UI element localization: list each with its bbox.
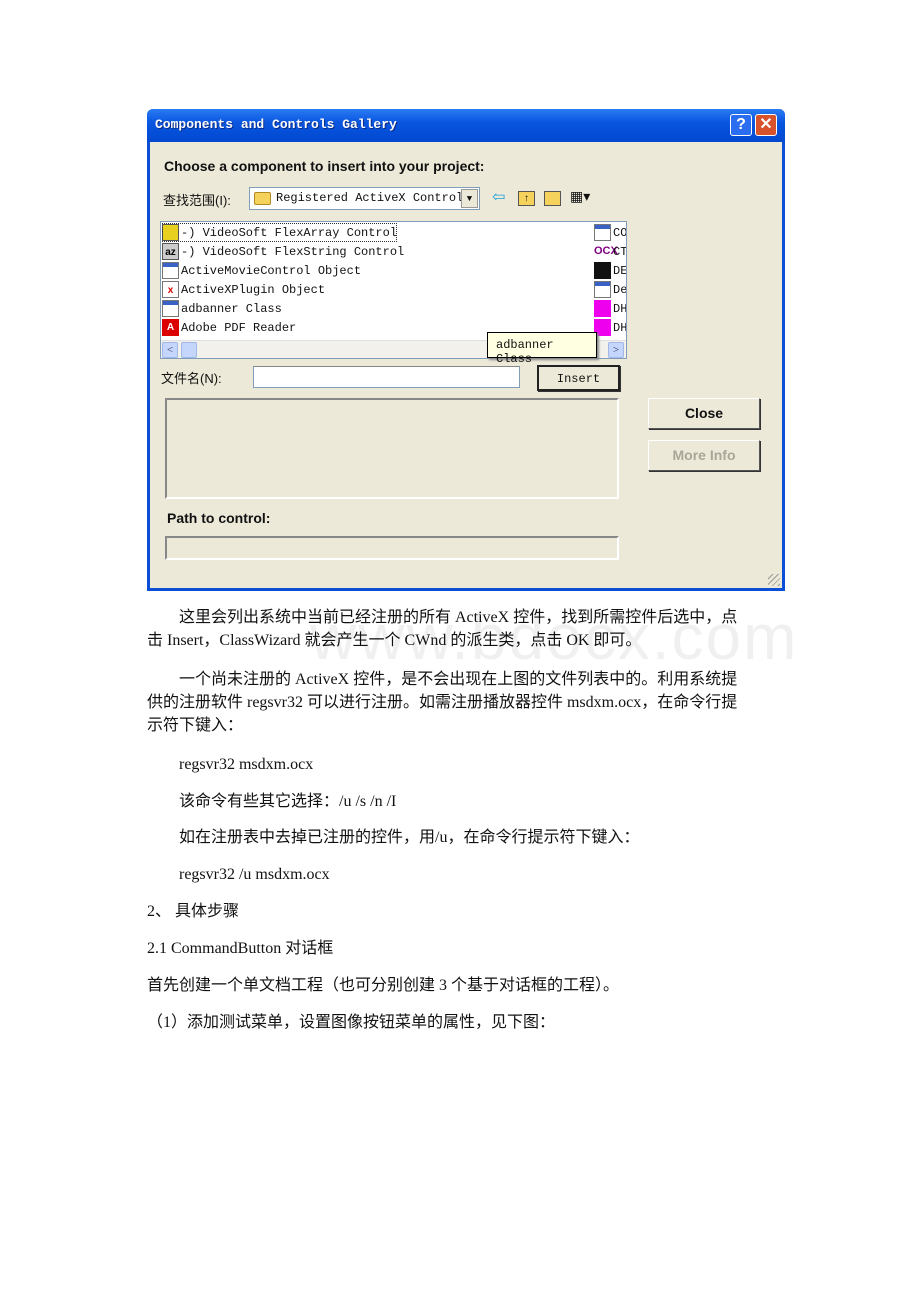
list-item[interactable]: DE <box>594 261 627 280</box>
paragraph-line: 该命令有些其它选择：/u /s /n /I <box>179 793 397 810</box>
paragraph-line: 供的注册软件 regsvr32 可以进行注册。如需注册播放器控件 msdxm.o… <box>147 694 738 711</box>
generic-component-icon <box>162 262 179 279</box>
list-item[interactable]: az -) VideoSoft FlexString Control <box>162 242 404 261</box>
up-folder-icon[interactable]: ↑ <box>518 191 535 206</box>
close-window-button[interactable]: ✕ <box>755 114 777 136</box>
list-item[interactable]: A Adobe PDF Reader <box>162 318 296 337</box>
az-component-icon: az <box>162 243 179 260</box>
list-item-label: CO <box>613 225 627 240</box>
list-item[interactable]: x ActiveXPlugin Object <box>162 280 325 299</box>
dialog-heading: Choose a component to insert into your p… <box>164 158 485 174</box>
path-label: Path to control: <box>167 510 271 526</box>
list-item[interactable]: De <box>594 280 627 299</box>
paragraph-line: 首先创建一个单文档工程（也可分别创建 3 个基于对话框的工程）。 <box>147 977 620 994</box>
list-item-label: DH <box>613 320 627 335</box>
insert-button[interactable]: Insert <box>537 365 620 391</box>
paragraph-line: 示符下键入： <box>147 717 244 734</box>
list-item[interactable]: DH <box>594 318 627 337</box>
list-item[interactable]: adbanner Class <box>162 299 282 318</box>
list-item[interactable]: DH <box>594 299 627 318</box>
components-gallery-dialog: Components and Controls Gallery ? ✕ Choo… <box>147 109 785 591</box>
filename-input[interactable] <box>253 366 520 388</box>
list-item[interactable]: OCX CT <box>594 242 627 261</box>
section-heading: 2、 具体步骤 <box>147 903 240 920</box>
new-folder-icon[interactable] <box>544 191 561 206</box>
lookin-value: Registered ActiveX Controls <box>276 191 471 205</box>
black-component-icon <box>594 262 611 279</box>
command-line: regsvr32 msdxm.ocx <box>179 756 314 773</box>
list-item-label: -) VideoSoft FlexArray Control <box>181 225 398 240</box>
generic-component-icon <box>594 281 611 298</box>
chevron-down-icon[interactable]: ▼ <box>461 189 478 208</box>
close-button[interactable]: Close <box>648 398 760 429</box>
scroll-thumb[interactable] <box>181 342 197 358</box>
paragraph-line: 这里会列出系统中当前已经注册的所有 ActiveX 控件，找到所需控件后选中，点 <box>179 609 738 626</box>
ocx-component-icon: OCX <box>594 245 618 257</box>
back-arrow-icon[interactable]: ⇦ <box>492 189 505 207</box>
list-item-label: De <box>613 282 627 297</box>
x-component-icon: x <box>162 281 179 298</box>
folder-icon <box>254 192 271 205</box>
list-item[interactable]: ActiveMovieControl Object <box>162 261 361 280</box>
adobe-component-icon: A <box>162 319 179 336</box>
title-bar[interactable]: Components and Controls Gallery ? ✕ <box>147 109 785 142</box>
path-field <box>165 536 619 560</box>
filename-label: 文件名(N): <box>161 371 222 386</box>
list-item-label: Adobe PDF Reader <box>181 320 297 335</box>
list-item-label: ActiveMovieControl Object <box>181 263 362 278</box>
lookin-label: 查找范围(I): <box>163 193 231 208</box>
view-menu-icon[interactable]: ▦▾ <box>570 189 590 207</box>
list-item-label: adbanner Class <box>181 301 282 316</box>
grid-component-icon <box>162 224 179 241</box>
dialog-title: Components and Controls Gallery <box>155 117 397 132</box>
list-item-label: CT <box>613 244 627 259</box>
list-item[interactable]: -) VideoSoft FlexArray Control <box>162 223 398 242</box>
paragraph-line: 击 Insert，ClassWizard 就会产生一个 CWnd 的派生类，点击… <box>147 632 642 649</box>
list-item-label: DE <box>613 263 627 278</box>
help-button[interactable]: ? <box>730 114 752 136</box>
list-item-label: DH <box>613 301 627 316</box>
scroll-right-button[interactable]: > <box>608 342 624 358</box>
generic-component-icon <box>162 300 179 317</box>
resize-grip[interactable] <box>768 574 780 586</box>
description-box <box>165 398 619 499</box>
subsection-heading: 2.1 CommandButton 对话框 <box>147 940 334 957</box>
paragraph-line: 一个尚未注册的 ActiveX 控件，是不会出现在上图的文件列表中的。利用系统提 <box>179 671 738 688</box>
list-item-label: -) VideoSoft FlexString Control <box>181 244 405 259</box>
paragraph-line: （1）添加测试菜单，设置图像按钮菜单的属性，见下图： <box>147 1014 556 1031</box>
list-item[interactable]: CO <box>594 223 627 242</box>
command-line: regsvr32 /u msdxm.ocx <box>179 866 330 883</box>
magenta-component-icon <box>594 300 611 317</box>
list-item-label: ActiveXPlugin Object <box>181 282 326 297</box>
more-info-button[interactable]: More Info <box>648 440 760 471</box>
paragraph-line: 如在注册表中去掉已注册的控件，用/u，在命令行提示符下键入： <box>179 829 640 846</box>
scroll-left-button[interactable]: < <box>162 342 178 358</box>
tooltip: adbanner Class <box>487 332 597 366</box>
lookin-dropdown[interactable]: Registered ActiveX Controls ▼ <box>249 187 480 210</box>
generic-component-icon <box>594 224 611 241</box>
